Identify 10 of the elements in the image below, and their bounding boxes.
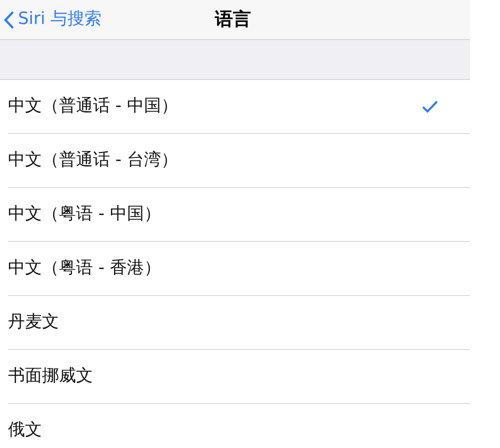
chevron-left-icon <box>4 10 14 28</box>
language-label: 丹麦文 <box>8 310 59 334</box>
language-label: 俄文 <box>8 418 42 442</box>
language-label: 中文（普通话 - 台湾） <box>8 148 178 172</box>
language-label: 中文（粤语 - 中国） <box>8 202 161 226</box>
page-title: 语言 <box>215 8 251 32</box>
language-label: 中文（粤语 - 香港） <box>8 256 161 280</box>
language-label: 书面挪威文 <box>8 364 93 388</box>
back-button[interactable]: Siri 与搜索 <box>0 6 102 32</box>
language-label: 中文（普通话 - 中国） <box>8 94 178 118</box>
